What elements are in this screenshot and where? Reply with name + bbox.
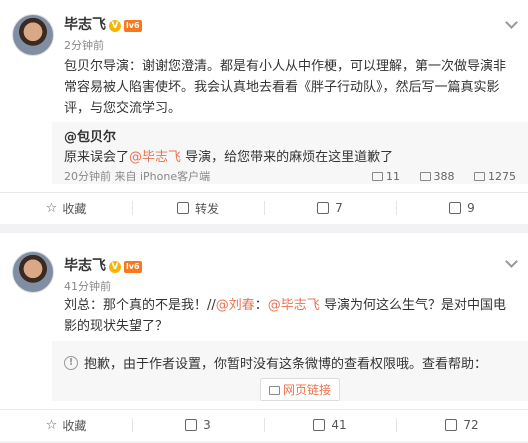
favorite-label: 收藏 (62, 418, 87, 433)
star-icon: ☆ (45, 417, 58, 433)
web-link-label: 网页链接 (283, 383, 332, 397)
comment-icon (317, 202, 330, 214)
comment-icon (313, 419, 326, 431)
verified-v-icon: V (109, 261, 121, 273)
repost-label: 转发 (194, 201, 219, 216)
mention-link[interactable]: @毕志飞 (268, 298, 320, 313)
post-content: 刘总：那个真的不是我！//@刘春：@毕志飞 导演为何这么生气？是对中国电影的现状… (64, 295, 514, 337)
favorite-button[interactable]: ☆ 收藏 (0, 410, 132, 440)
post-content: 包贝尔导演：谢谢您澄清。都是有小人从中作梗，可以理解，第一次做导演非常容易被人陷… (64, 56, 514, 119)
repost-icon (185, 419, 198, 431)
notice-line: ! 抱歉，由于作者设置，你暂时没有这条微博的查看权限哦。查看帮助： (64, 353, 516, 372)
notice-text: 抱歉，由于作者设置，你暂时没有这条微博的查看权限哦。查看帮助： (84, 357, 488, 372)
chevron-down-icon[interactable] (505, 16, 518, 29)
web-link-button[interactable]: 网页链接 (260, 378, 341, 401)
author-name[interactable]: 毕志飞 Vlv6 (64, 255, 142, 275)
quoted-meta-text: 20分钟前 来自 iPhone客户端 (64, 170, 211, 183)
quoted-comments[interactable]: 388 (419, 170, 455, 183)
like-count: 9 (467, 201, 475, 215)
comment-button[interactable]: 41 (264, 410, 396, 440)
like-button[interactable]: 72 (396, 410, 528, 440)
quoted-comments-count: 388 (433, 170, 455, 183)
like-button[interactable]: 9 (396, 193, 528, 223)
mention-link[interactable]: @刘春 (216, 298, 255, 313)
comment-count: 41 (331, 418, 347, 432)
repost-icon (176, 202, 189, 214)
author-name[interactable]: 毕志飞 Vlv6 (64, 14, 142, 34)
avatar[interactable] (12, 251, 54, 293)
quoted-post[interactable]: @包贝尔 原来误会了@毕志飞 导演，给您带来的麻烦在这里道歉了 20分钟前 来自… (52, 122, 528, 184)
info-icon: ! (64, 355, 78, 370)
thumbs-up-icon (449, 202, 462, 214)
post-text: 包贝尔导演：谢谢您澄清。都是有小人从中作梗，可以理解，第一次做导演非常容易被人陷… (64, 59, 507, 116)
chevron-down-icon[interactable] (505, 255, 518, 268)
author-name-text[interactable]: 毕志飞 (64, 17, 106, 33)
post-text: 刘总：那个真的不是我！// (64, 298, 216, 313)
quoted-reposts[interactable]: 11 (372, 170, 400, 183)
favorite-label: 收藏 (62, 201, 87, 216)
verified-v-icon: V (109, 20, 121, 32)
quoted-text: 原来误会了@毕志飞 导演，给您带来的麻烦在这里道歉了 (64, 148, 516, 168)
quoted-stats: 11 388 1275 (356, 168, 516, 186)
avatar[interactable] (12, 14, 54, 56)
post-time[interactable]: 2分钟前 (64, 37, 104, 53)
mention-link[interactable]: @毕志飞 (129, 150, 181, 165)
action-bar: ☆ 收藏 转发 7 9 (0, 193, 528, 223)
quoted-reposts-count: 11 (386, 170, 400, 183)
comment-icon (419, 172, 431, 181)
thumbs-up-icon (445, 419, 458, 431)
quoted-text-part: 导演，给您带来的麻烦在这里道歉了 (181, 150, 394, 165)
quoted-likes-count: 1275 (488, 170, 516, 183)
author-name-text[interactable]: 毕志飞 (64, 258, 106, 274)
permission-notice: ! 抱歉，由于作者设置，你暂时没有这条微博的查看权限哦。查看帮助： 网页链接 (52, 341, 528, 401)
level-badge-icon: lv6 (124, 20, 142, 32)
like-count: 72 (463, 418, 479, 432)
post-time[interactable]: 41分钟前 (64, 278, 111, 294)
quoted-likes[interactable]: 1275 (474, 170, 516, 183)
star-icon: ☆ (45, 200, 58, 216)
quoted-text-part: 原来误会了 (64, 150, 130, 165)
repost-button[interactable]: 转发 (132, 193, 264, 223)
comment-button[interactable]: 7 (264, 193, 396, 223)
favorite-button[interactable]: ☆ 收藏 (0, 193, 132, 223)
repost-icon (372, 172, 383, 181)
repost-count: 3 (203, 418, 211, 432)
weibo-post-2: 毕志飞 Vlv6 41分钟前 刘总：那个真的不是我！//@刘春：@毕志飞 导演为何… (0, 233, 528, 441)
link-icon (269, 386, 280, 395)
comment-count: 7 (335, 201, 343, 215)
quoted-meta: 20分钟前 来自 iPhone客户端 11 388 1275 (64, 168, 516, 186)
post-text: ： (254, 298, 268, 313)
thumbs-up-icon (474, 172, 485, 181)
level-badge-icon: lv6 (124, 261, 142, 273)
action-bar: ☆ 收藏 3 41 72 (0, 410, 528, 440)
quoted-author[interactable]: @包贝尔 (64, 128, 516, 148)
repost-button[interactable]: 3 (132, 410, 264, 440)
weibo-post-1: 毕志飞 Vlv6 2分钟前 包贝尔导演：谢谢您澄清。都是有小人从中作梗，可以理解，… (0, 0, 528, 224)
